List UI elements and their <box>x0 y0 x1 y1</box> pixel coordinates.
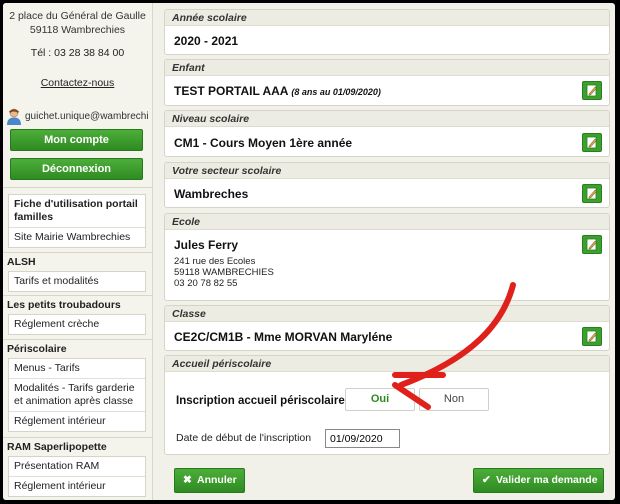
logout-button[interactable]: Déconnexion <box>10 158 143 180</box>
sidebar-link-reglement-peri[interactable]: Réglement intérieur <box>9 412 145 431</box>
section-accueil: Accueil périscolaire Inscription accueil… <box>164 355 610 455</box>
divider <box>3 252 153 253</box>
edit-secteur-button[interactable] <box>582 184 602 203</box>
sidebar-link-modalites[interactable]: Modalités - Tarifs garderie et animation… <box>9 379 145 412</box>
close-icon: ✖ <box>183 474 192 486</box>
sidebar-group-ram: RAM Saperlipopette <box>7 441 107 453</box>
user-email: guichet.unique@wambrechi <box>25 110 149 122</box>
ecole-value: Jules Ferry <box>174 238 239 252</box>
sidebar-group-periscolaire: Périscolaire <box>7 343 67 355</box>
date-label: Date de début de l'inscription <box>176 432 312 444</box>
section-header: Classe <box>165 306 609 322</box>
divider <box>3 339 153 340</box>
cancel-label: Annuler <box>197 474 237 486</box>
sidebar-group-alsh-links: Tarifs et modalités <box>8 271 146 292</box>
edit-icon <box>586 187 597 200</box>
phone-number: Tél : 03 28 38 84 00 <box>30 47 125 59</box>
divider <box>3 295 153 296</box>
sidebar-link-reglement-ram[interactable]: Réglement intérieur <box>9 477 145 496</box>
address-line1: 2 place du Général de Gaulle <box>9 10 146 22</box>
classe-value: CE2C/CM1B - Mme MORVAN Maryléne <box>174 330 393 344</box>
address: 2 place du Général de Gaulle 59118 Wambr… <box>3 3 152 37</box>
non-toggle[interactable]: Non <box>419 388 489 411</box>
edit-ecole-button[interactable] <box>582 235 602 254</box>
section-header: Ecole <box>165 214 609 230</box>
account-button[interactable]: Mon compte <box>10 129 143 151</box>
sidebar-link-presentation-ram[interactable]: Présentation RAM <box>9 457 145 477</box>
divider <box>3 187 153 188</box>
section-ecole: Ecole Jules Ferry 241 rue des Ecoles 591… <box>164 213 610 301</box>
sidebar-group-troubadours-links: Réglement crèche <box>8 314 146 335</box>
edit-niveau-button[interactable] <box>582 133 602 152</box>
ecole-address-line1: 241 rue des Ecoles <box>174 256 256 267</box>
section-secteur: Votre secteur scolaire Wambreches <box>164 162 610 208</box>
edit-classe-button[interactable] <box>582 327 602 346</box>
submit-button[interactable]: ✔ Valider ma demande <box>473 468 604 493</box>
accueil-label: Inscription accueil périscolaire <box>176 395 345 407</box>
submit-label: Valider ma demande <box>496 474 598 486</box>
section-enfant: Enfant TEST PORTAIL AAA (8 ans au 01/09/… <box>164 59 610 106</box>
section-annee: Année scolaire 2020 - 2021 <box>164 9 610 55</box>
edit-icon <box>586 136 597 149</box>
divider <box>3 437 153 438</box>
section-header: Enfant <box>165 60 609 76</box>
user-icon <box>7 108 21 125</box>
app-window: 2 place du Général de Gaulle 59118 Wambr… <box>3 3 615 500</box>
sidebar-group-troubadours: Les petits troubadours <box>7 299 121 311</box>
sidebar-link-mairie[interactable]: Site Mairie Wambrechies <box>9 228 145 247</box>
oui-toggle[interactable]: Oui <box>345 388 415 411</box>
section-niveau: Niveau scolaire CM1 - Cours Moyen 1ère a… <box>164 110 610 157</box>
edit-icon <box>586 84 597 97</box>
contact-link[interactable]: Contactez-nous <box>3 77 152 89</box>
ecole-address: 241 rue des Ecoles 59118 WAMBRECHIES 03 … <box>174 256 600 289</box>
ecole-address-line2: 59118 WAMBRECHIES <box>174 267 274 278</box>
annee-value: 2020 - 2021 <box>174 34 239 48</box>
niveau-value: CM1 - Cours Moyen 1ère année <box>174 136 353 150</box>
sidebar-link-fiche[interactable]: Fiche d'utilisation portail familles <box>9 195 145 228</box>
section-header: Votre secteur scolaire <box>165 163 609 179</box>
sidebar-link-menus[interactable]: Menus - Tarifs <box>9 359 145 379</box>
section-header: Année scolaire <box>165 10 609 26</box>
enfant-age: (8 ans au 01/09/2020) <box>291 87 381 97</box>
secteur-value: Wambreches <box>174 187 249 201</box>
section-header: Accueil périscolaire <box>165 356 609 372</box>
ecole-phone: 03 20 78 82 55 <box>174 278 238 289</box>
user-info: guichet.unique@wambrechi <box>5 107 151 125</box>
date-input[interactable] <box>325 429 400 448</box>
sidebar-link-reglement-creche[interactable]: Réglement crèche <box>9 315 145 334</box>
edit-icon <box>586 330 597 343</box>
check-icon: ✔ <box>482 474 491 486</box>
enfant-value: TEST PORTAIL AAA (8 ans au 01/09/2020) <box>174 84 600 98</box>
sidebar: 2 place du Général de Gaulle 59118 Wambr… <box>3 3 153 500</box>
section-classe: Classe CE2C/CM1B - Mme MORVAN Maryléne <box>164 305 610 351</box>
address-line2: 59118 Wambrechies <box>29 24 126 36</box>
sidebar-group-alsh: ALSH <box>7 256 36 268</box>
sidebar-group-ram-links: Présentation RAM Réglement intérieur <box>8 456 146 497</box>
sidebar-link-tarifs-alsh[interactable]: Tarifs et modalités <box>9 272 145 291</box>
edit-icon <box>586 238 597 251</box>
enfant-name: TEST PORTAIL AAA <box>174 84 288 98</box>
sidebar-group-periscolaire-links: Menus - Tarifs Modalités - Tarifs garder… <box>8 358 146 432</box>
cancel-button[interactable]: ✖ Annuler <box>174 468 245 493</box>
section-header: Niveau scolaire <box>165 111 609 127</box>
sidebar-top-links: Fiche d'utilisation portail familles Sit… <box>8 194 146 248</box>
edit-enfant-button[interactable] <box>582 81 602 100</box>
